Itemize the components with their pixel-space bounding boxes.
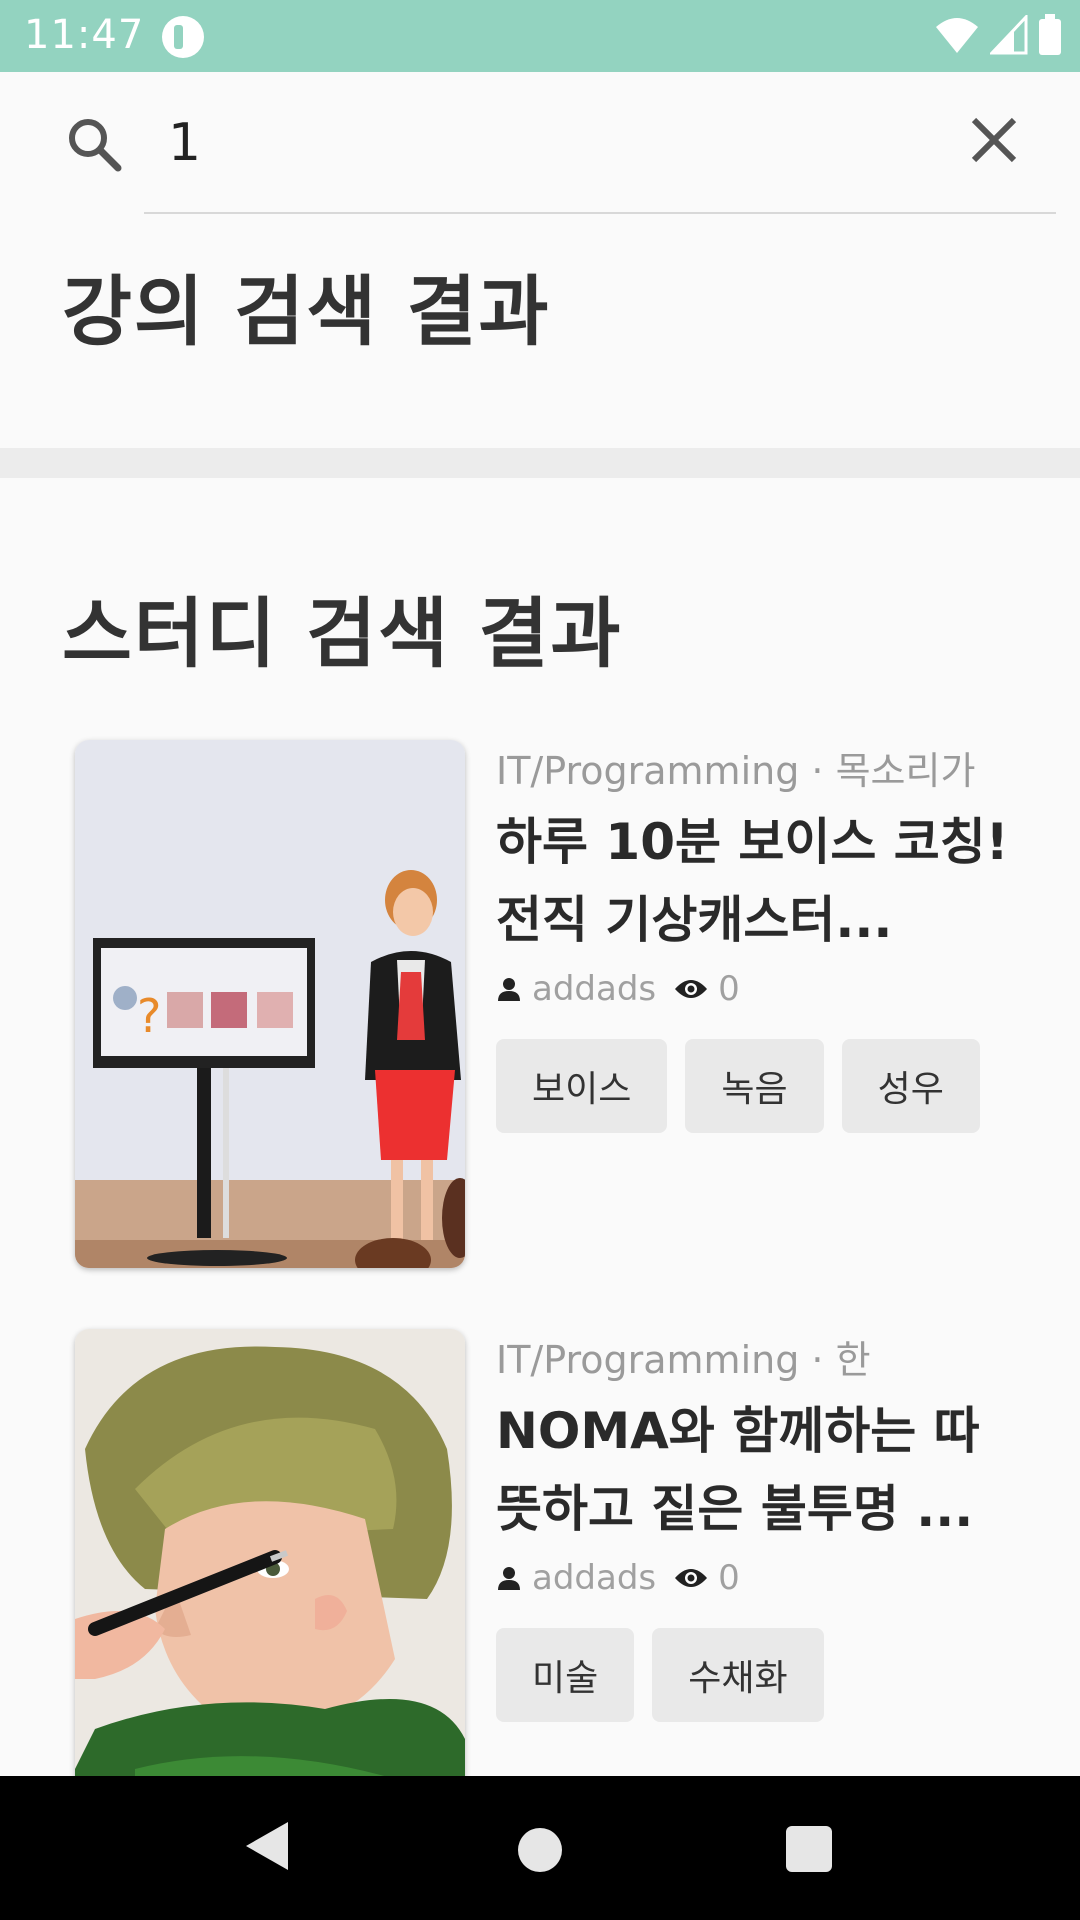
status-time: 11:47 xyxy=(24,12,145,58)
wifi-icon xyxy=(936,18,978,53)
study-tags: 보이스 녹음 성우 xyxy=(496,1039,996,1133)
study-info: IT/Programming · 목소리가 하루 10분 보이스 코칭! 전직 … xyxy=(496,740,1016,1133)
eye-icon xyxy=(675,1569,708,1587)
tag-chip[interactable]: 녹음 xyxy=(685,1039,824,1133)
navigation-bar xyxy=(0,1776,1080,1920)
presentation-photo: ? xyxy=(75,740,465,1268)
section-divider xyxy=(0,448,1080,478)
study-author: addads xyxy=(532,1558,657,1598)
cell-signal-icon xyxy=(990,15,1028,55)
study-views: 0 xyxy=(718,969,740,1009)
tag-chip[interactable]: 보이스 xyxy=(496,1039,668,1133)
recent-apps-icon[interactable] xyxy=(786,1826,832,1872)
search-underline xyxy=(144,212,1056,214)
tag-chip[interactable]: 성우 xyxy=(841,1039,980,1133)
eye-icon xyxy=(675,980,708,998)
app-notification-icon xyxy=(162,16,204,58)
battery-icon xyxy=(1039,14,1061,55)
study-results-title: 스터디 검색 결과 xyxy=(62,589,623,678)
search-bar xyxy=(0,72,1080,212)
tag-chip[interactable]: 미술 xyxy=(496,1628,635,1722)
study-title[interactable]: 하루 10분 보이스 코칭! 전직 기상캐스터... xyxy=(496,803,1016,959)
study-info: IT/Programming · 한 NOMA와 함께하는 따뜻하고 짙은 불투… xyxy=(496,1329,1016,1722)
study-stats: addads 0 xyxy=(496,969,1016,1009)
status-bar: 11:47 xyxy=(0,0,1080,72)
study-stats: addads 0 xyxy=(496,1558,1016,1598)
study-views: 0 xyxy=(718,1558,740,1598)
study-title[interactable]: NOMA와 함께하는 따뜻하고 짙은 불투명 ... xyxy=(496,1392,1016,1548)
search-input[interactable] xyxy=(168,108,868,178)
back-icon[interactable] xyxy=(244,1820,290,1872)
close-icon[interactable] xyxy=(968,114,1020,166)
study-tags: 미술 수채화 xyxy=(496,1628,996,1722)
home-icon[interactable] xyxy=(518,1828,562,1872)
status-icons xyxy=(934,14,1062,56)
lecture-results-title: 강의 검색 결과 xyxy=(62,267,551,356)
study-category: IT/Programming · 한 xyxy=(496,1338,871,1382)
study-category: IT/Programming · 목소리가 xyxy=(496,749,976,793)
search-icon[interactable] xyxy=(64,114,124,174)
study-author: addads xyxy=(532,969,657,1009)
person-icon xyxy=(498,1567,520,1590)
svg-text:?: ? xyxy=(137,989,161,1043)
tag-chip[interactable]: 수채화 xyxy=(652,1628,824,1722)
person-icon xyxy=(498,978,520,1001)
study-thumbnail[interactable]: ? xyxy=(75,740,465,1268)
